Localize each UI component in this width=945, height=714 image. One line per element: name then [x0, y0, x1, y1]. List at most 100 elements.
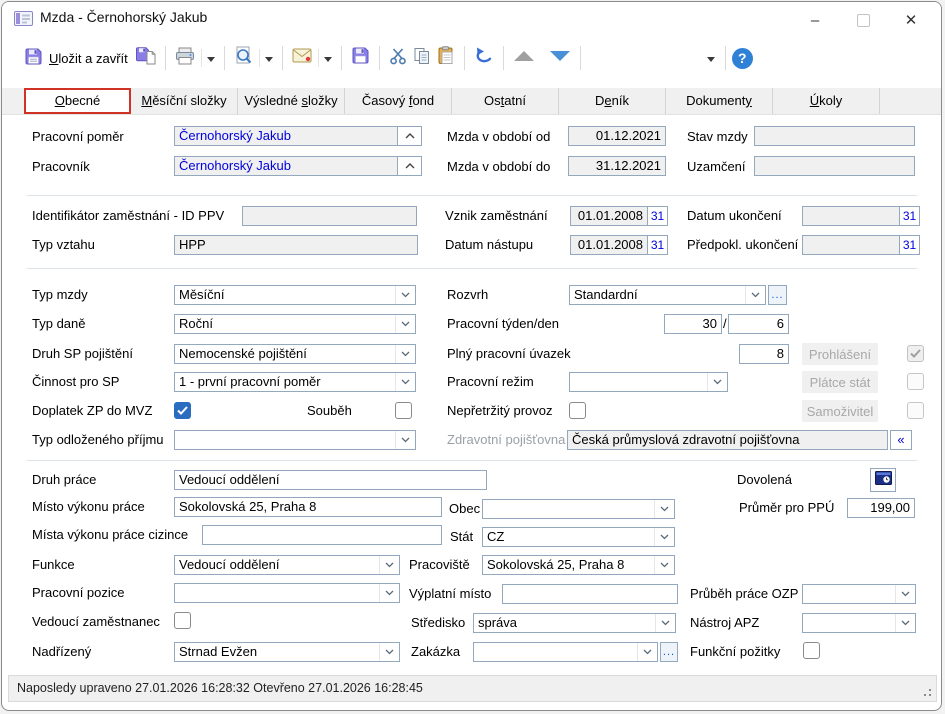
typ-odlozeneho-select[interactable]	[174, 430, 416, 450]
stav-mzdy-field[interactable]	[754, 126, 915, 146]
tab-vysledne-slozky[interactable]: Výsledné složky	[238, 88, 345, 114]
previous-record-button[interactable]	[510, 47, 538, 69]
zdravotni-pojistovna-field[interactable]: Česká průmyslová zdravotní pojišťovna	[567, 430, 888, 450]
tab-denik[interactable]: Deník	[559, 88, 666, 114]
tab-obecne[interactable]: Obecné	[24, 88, 131, 114]
nadrizeny-select[interactable]: Strnad Evžen	[174, 642, 400, 662]
maximize-icon	[857, 14, 870, 27]
zakazka-more-button[interactable]: ...	[660, 642, 678, 662]
prumer-ppu-field[interactable]: 199,00	[847, 498, 915, 518]
uzamceni-field[interactable]	[754, 156, 915, 176]
save-and-new-button[interactable]	[132, 44, 159, 72]
copy-icon	[413, 47, 431, 70]
chevron-down-icon	[379, 584, 399, 602]
send-mail-button[interactable]	[289, 46, 315, 70]
id-ppv-label: Identifikátor zaměstnání - ID PPV	[32, 206, 224, 226]
help-button[interactable]: ?	[732, 48, 753, 69]
chevron-down-icon	[707, 373, 727, 391]
cinnost-sp-select[interactable]: 1 - první pracovní poměr	[174, 372, 416, 392]
doplatek-zp-checkbox[interactable]	[174, 402, 191, 419]
stredisko-select[interactable]: správa	[473, 613, 676, 633]
mzda-od-field[interactable]: 01.12.2021	[568, 126, 666, 146]
maximize-button[interactable]	[839, 2, 887, 38]
print-button[interactable]	[172, 45, 198, 72]
pracovnik-expand-button[interactable]	[397, 156, 422, 176]
cut-button[interactable]	[386, 45, 410, 72]
misto-vykonu-field[interactable]: Sokolovská 25, Praha 8	[174, 497, 442, 517]
mzda-do-field[interactable]: 31.12.2021	[568, 156, 666, 176]
prac-rezim-select[interactable]	[569, 372, 728, 392]
print-options-button[interactable]	[205, 47, 218, 69]
next-record-button[interactable]	[546, 47, 574, 69]
funkce-select[interactable]: Vedoucí oddělení	[174, 555, 400, 575]
soubeh-label: Souběh	[307, 401, 352, 421]
chevron-down-icon	[895, 585, 915, 603]
ukonceni-calendar-button[interactable]: 31	[899, 206, 920, 226]
minimize-button[interactable]: –	[791, 2, 839, 38]
pracovni-pomer-expand-button[interactable]	[397, 126, 422, 146]
paste-button[interactable]	[434, 44, 458, 72]
mail-options-button[interactable]	[322, 47, 335, 69]
plny-uvazek-field[interactable]: 8	[739, 344, 789, 364]
druh-sp-select[interactable]: Nemocenské pojištění	[174, 344, 416, 364]
stredisko-label: Středisko	[411, 613, 465, 633]
samozivitel-label: Samoživitel	[802, 400, 878, 422]
pracovnik-field[interactable]: Černohorský Jakub	[174, 156, 398, 176]
mista-cizince-field[interactable]	[202, 525, 442, 545]
tab-dokumenty[interactable]: Dokumenty	[666, 88, 773, 114]
rozvrh-select[interactable]: Standardní	[569, 285, 766, 305]
save-and-close-button[interactable]: Uložit a zavřít	[20, 45, 132, 71]
obec-select[interactable]	[482, 499, 675, 519]
undo-button[interactable]	[471, 45, 497, 72]
preview-button[interactable]	[231, 44, 256, 72]
ukonceni-field[interactable]	[802, 206, 900, 226]
rozvrh-more-button[interactable]: ...	[768, 285, 787, 305]
save-icon	[351, 46, 370, 70]
id-ppv-field[interactable]	[242, 206, 417, 226]
toolbar-separator	[503, 46, 504, 70]
nadrizeny-label: Nadřízený	[32, 642, 91, 662]
prac-tyden-field[interactable]: 30	[664, 314, 722, 334]
tab-mesicni-slozky[interactable]: Měsíční složky	[131, 88, 238, 114]
dropdown-arrow-icon	[265, 49, 273, 67]
pracoviste-select[interactable]: Sokolovská 25, Praha 8	[482, 555, 675, 575]
pracovni-pomer-field[interactable]: Černohorský Jakub	[174, 126, 398, 146]
copy-button[interactable]	[410, 45, 434, 72]
save-record-button[interactable]	[348, 44, 373, 72]
nastup-calendar-button[interactable]: 31	[647, 235, 668, 255]
zakazka-select[interactable]	[473, 642, 658, 662]
soubeh-checkbox[interactable]	[395, 402, 412, 419]
preview-options-button[interactable]	[263, 47, 276, 69]
prac-pozice-select[interactable]	[174, 583, 400, 603]
zdravotni-collapse-button[interactable]: «	[890, 430, 912, 450]
quick-search-combo[interactable]	[587, 47, 719, 69]
dovolena-detail-button[interactable]	[870, 468, 896, 492]
toolbar-separator	[165, 46, 166, 70]
nastroj-apz-select[interactable]	[802, 613, 916, 633]
typ-dane-select[interactable]: Roční	[174, 314, 416, 334]
prac-den-field[interactable]: 6	[728, 314, 789, 334]
nastup-field[interactable]: 01.01.2008	[570, 235, 648, 255]
stat-select[interactable]: CZ	[482, 527, 675, 547]
nepretrzity-checkbox[interactable]	[569, 402, 586, 419]
predpokl-ukonceni-field[interactable]	[802, 235, 900, 255]
typ-mzdy-select[interactable]: Měsíční	[174, 285, 416, 305]
prubeh-ozp-select[interactable]	[802, 584, 916, 604]
tab-casovy-fond[interactable]: Časový fond	[345, 88, 452, 114]
close-button[interactable]: ✕	[887, 2, 935, 38]
tab-ostatni[interactable]: Ostatní	[452, 88, 559, 114]
resize-grip[interactable]	[919, 684, 931, 696]
funkcni-pozitky-checkbox[interactable]	[803, 642, 820, 659]
dropdown-arrow-icon	[207, 49, 215, 67]
prohlaseni-checkbox	[907, 345, 924, 362]
vyplatni-misto-field[interactable]	[502, 584, 678, 604]
druh-sp-label: Druh SP pojištění	[32, 344, 133, 364]
vznik-field[interactable]: 01.01.2008	[570, 206, 648, 226]
typ-vztahu-field[interactable]: HPP	[174, 235, 418, 255]
vedouci-zam-checkbox[interactable]	[174, 612, 191, 629]
druh-prace-field[interactable]: Vedoucí oddělení	[174, 470, 487, 490]
predpokl-ukonceni-calendar-button[interactable]: 31	[899, 235, 920, 255]
magnifier-icon	[234, 46, 253, 70]
tab-ukoly[interactable]: Úkoly	[773, 88, 880, 114]
vznik-calendar-button[interactable]: 31	[647, 206, 668, 226]
